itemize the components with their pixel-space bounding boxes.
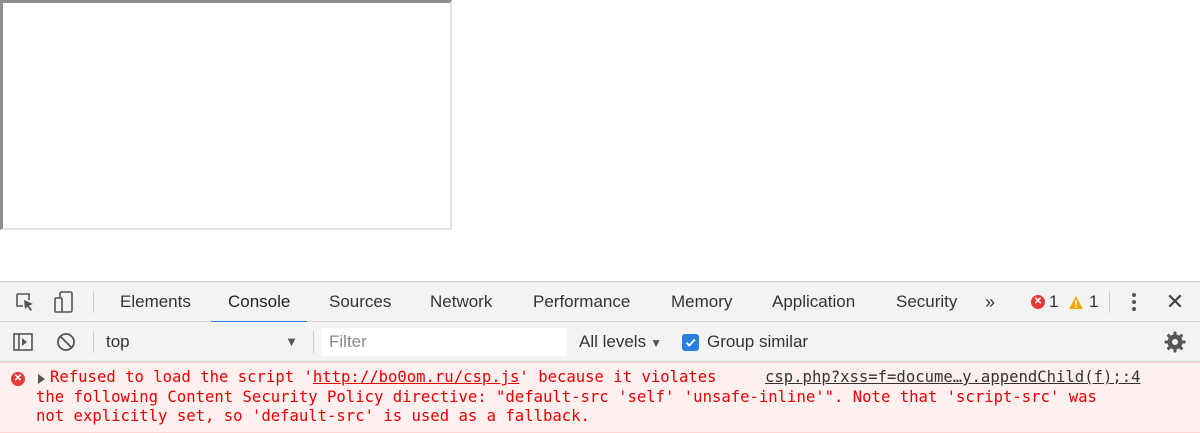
tab-application[interactable]: Application <box>755 282 872 322</box>
inspect-element-icon[interactable] <box>13 290 37 314</box>
tab-console[interactable]: Console <box>211 282 308 323</box>
kebab-menu-icon[interactable] <box>1124 282 1144 322</box>
group-similar-toggle[interactable]: Group similar <box>682 322 808 362</box>
message-url-link[interactable]: http://bo0om.ru/csp.js <box>313 368 520 386</box>
device-toolbar-icon[interactable] <box>52 290 76 314</box>
message-line2: the following Content Security Policy di… <box>36 387 1097 406</box>
devtools-tabbar: Elements Console Sources Network Perform… <box>0 282 1200 323</box>
log-levels-label: All levels <box>579 332 647 351</box>
tab-elements[interactable]: Elements <box>103 282 208 322</box>
toolbar-divider <box>313 331 314 353</box>
close-icon[interactable]: ✕ <box>1163 282 1187 322</box>
toolbar-divider <box>1109 291 1110 313</box>
filter-input[interactable] <box>321 328 567 356</box>
settings-gear-icon[interactable] <box>1163 330 1187 354</box>
log-levels-dropdown[interactable]: All levels ▼ <box>579 322 662 362</box>
warning-icon <box>1069 295 1083 309</box>
console-output: ✕ Refused to load the script 'http://bo0… <box>0 362 1200 433</box>
tab-sources[interactable]: Sources <box>312 282 408 322</box>
toolbar-divider <box>93 331 94 353</box>
message-line3: not explicitly set, so 'default-src' is … <box>36 407 590 425</box>
error-icon: ✕ <box>1031 295 1045 309</box>
tab-memory[interactable]: Memory <box>654 282 749 322</box>
checkbox-checked-icon[interactable] <box>682 333 699 351</box>
chevron-down-icon: ▼ <box>285 334 298 349</box>
warning-count: 1 <box>1089 292 1099 311</box>
tab-performance[interactable]: Performance <box>516 282 647 322</box>
warning-counter[interactable]: 1 <box>1068 282 1098 322</box>
chevron-down-icon: ▼ <box>650 336 662 350</box>
message-prefix: Refused to load the script ' <box>50 368 313 386</box>
more-tabs-button[interactable]: » <box>985 282 995 322</box>
clear-console-icon[interactable] <box>54 330 78 354</box>
tab-network[interactable]: Network <box>413 282 509 322</box>
message-source-link[interactable]: csp.php?xss=f=docume…y.appendChild(f);:4 <box>765 368 1141 388</box>
message-line1-suffix: ' because it violates <box>519 368 717 386</box>
tab-security[interactable]: Security <box>879 282 974 322</box>
context-select[interactable]: top ▼ <box>96 327 306 357</box>
error-count: 1 <box>1049 292 1059 311</box>
error-counter[interactable]: ✕ 1 <box>1031 282 1058 322</box>
toolbar-divider <box>93 291 94 313</box>
error-icon: ✕ <box>11 372 25 386</box>
page-viewport <box>0 0 1200 281</box>
devtools-panel: Elements Console Sources Network Perform… <box>0 281 1200 433</box>
iframe-box <box>0 0 452 230</box>
console-toolbar: top ▼ All levels▼ Group similar <box>0 322 1200 362</box>
console-error-message: ✕ Refused to load the script 'http://bo0… <box>0 362 1200 433</box>
sidebar-toggle-icon[interactable] <box>11 330 35 354</box>
context-value: top <box>106 332 130 351</box>
group-similar-label: Group similar <box>707 332 809 351</box>
